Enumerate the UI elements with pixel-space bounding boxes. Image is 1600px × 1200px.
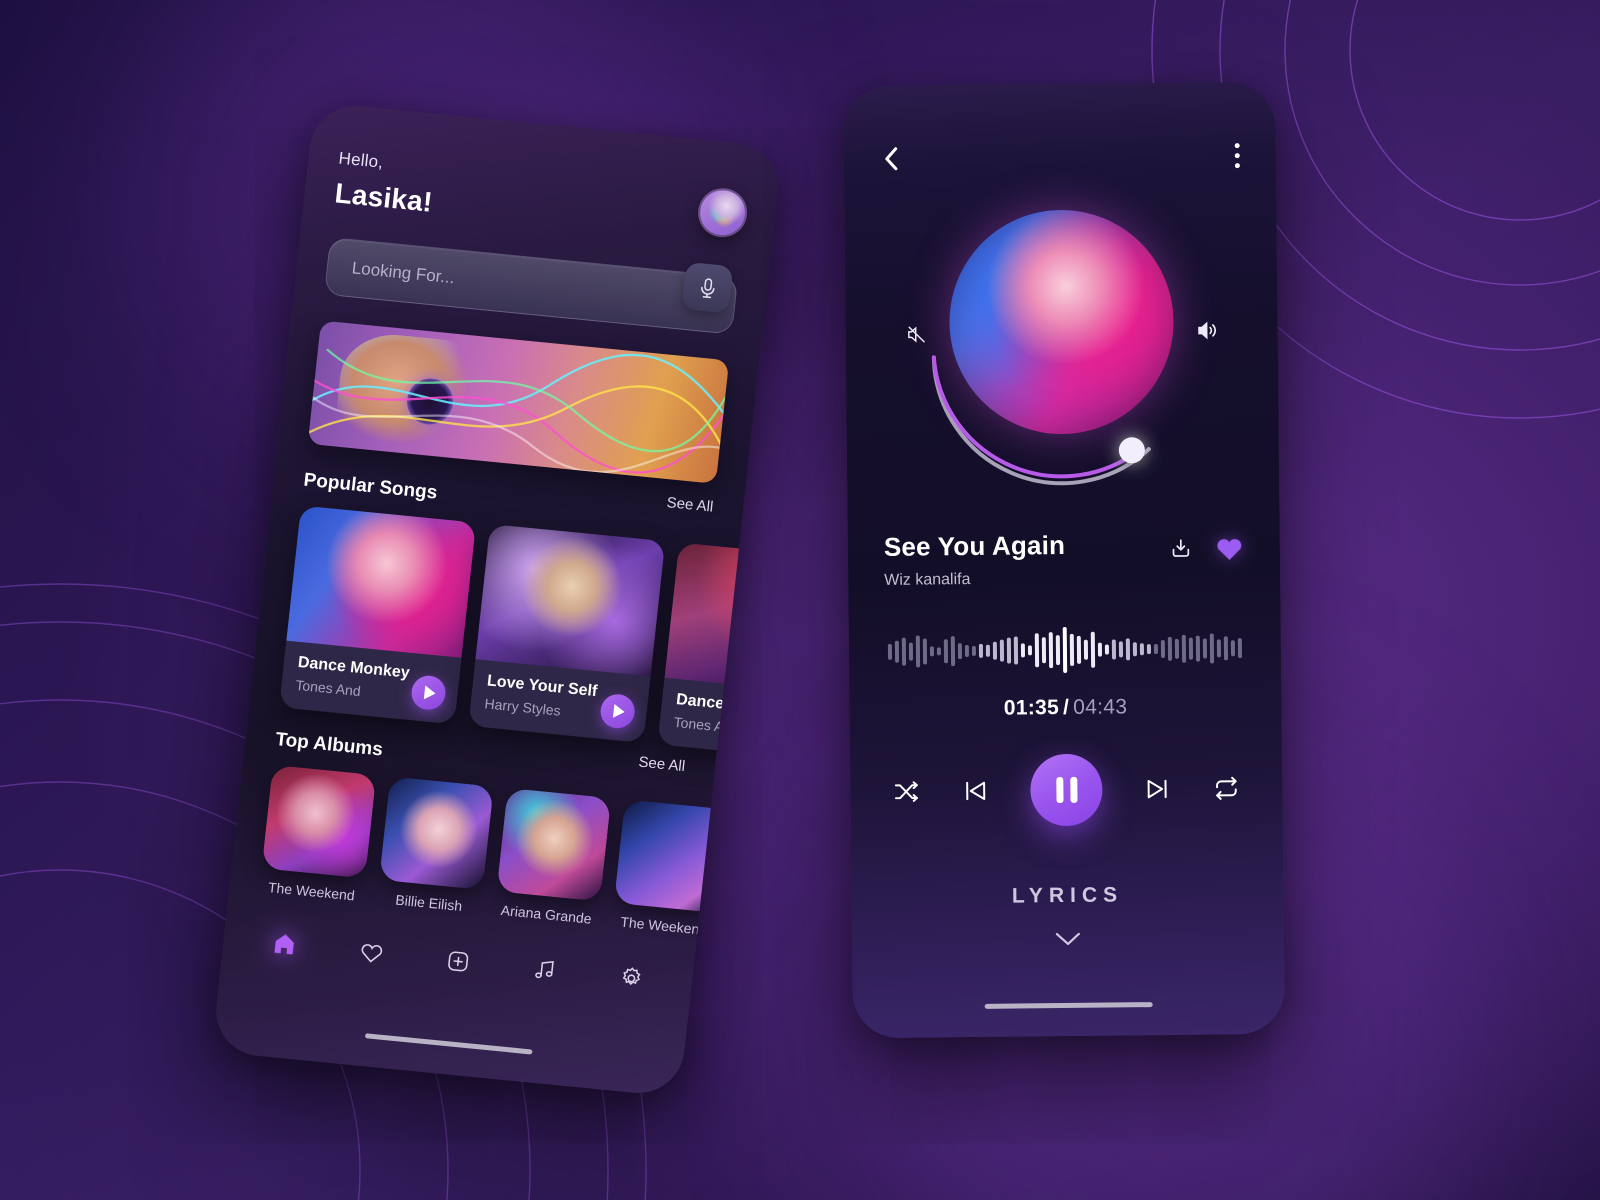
track-title: See You Again [883,529,1066,562]
song-card[interactable]: Love Your Self Harry Styles [468,523,666,743]
neon-light-trails [307,348,730,474]
lyrics-section[interactable]: LYRICS [887,882,1248,950]
skip-back-icon[interactable] [961,777,989,805]
album-item[interactable]: Ariana Grande [494,787,612,927]
volume-up-icon[interactable] [1195,318,1219,342]
time-separator: / [1062,695,1070,720]
player-topbar [880,138,1240,176]
popular-see-all-link[interactable]: See All [666,494,714,515]
player-controls[interactable] [886,752,1247,828]
pause-icon[interactable] [1030,753,1103,827]
shuffle-icon[interactable] [892,778,920,806]
heart-filled-icon[interactable] [1215,534,1244,561]
search-area: Looking For... [323,237,739,335]
album-artwork [496,787,612,902]
volume-knob[interactable] [1118,437,1145,464]
song-artwork [286,505,477,658]
current-time: 01:35 [1003,696,1060,720]
track-text: See You Again Wiz kanalifa [884,530,1066,590]
lyrics-label: LYRICS [1011,883,1124,908]
song-card[interactable]: Dance Monkey Tones And [279,505,477,725]
album-artwork [261,764,377,879]
greeting-block: Hello, Lasika! [333,149,437,219]
player-screen: See You Again Wiz kanalifa 01:35 / 04:43… [843,82,1285,1038]
chevron-down-icon[interactable] [888,928,1248,950]
user-name: Lasika! [333,177,435,218]
download-icon[interactable] [1169,536,1193,560]
gear-icon[interactable] [612,959,650,996]
volume-mute-icon[interactable] [906,323,928,345]
albums-see-all-link[interactable]: See All [638,754,686,775]
heart-icon[interactable] [352,934,390,971]
top-albums-title: Top Albums [274,729,384,761]
popular-songs-title: Popular Songs [302,469,439,504]
track-actions [1169,534,1244,562]
total-time: 04:43 [1073,695,1128,719]
repeat-icon[interactable] [1212,774,1240,802]
music-note-icon[interactable] [526,951,564,988]
album-item[interactable]: Billie Eilish [376,776,494,915]
popular-songs-list[interactable]: Dance Monkey Tones And Love Your Self Ha… [279,505,783,762]
track-artist: Wiz kanalifa [884,570,971,589]
bottom-navigation[interactable] [252,924,664,998]
album-name: Billie Eilish [394,891,464,914]
search-input[interactable]: Looking For... [323,237,739,335]
song-artwork [475,523,666,677]
plus-square-icon[interactable] [439,942,477,979]
audio-waveform[interactable] [885,624,1245,676]
player-screen-phone: See You Again Wiz kanalifa 01:35 / 04:43… [843,81,1285,1039]
greeting-label: Hello, [337,148,385,172]
more-vertical-icon[interactable] [1234,142,1240,168]
top-albums-list[interactable]: The Weekend Billie Eilish Ariana Grande … [259,764,729,938]
album-item[interactable]: The Weekend [259,764,377,904]
header: Hello, Lasika! [333,149,748,250]
album-artwork [379,776,494,890]
album-art-portrait[interactable] [948,208,1175,436]
microphone-icon[interactable] [681,261,734,314]
home-indicator [364,1033,533,1055]
album-art-area [908,196,1216,499]
home-icon[interactable] [266,925,304,962]
playback-time: 01:35/04:43 [885,694,1245,722]
chevron-left-icon[interactable] [880,144,902,174]
search-placeholder: Looking For... [350,258,456,288]
featured-banner[interactable] [307,320,730,484]
avatar[interactable] [697,188,748,238]
album-name: The Weekend [267,879,356,904]
skip-forward-icon[interactable] [1143,775,1171,803]
home-indicator [984,1002,1153,1009]
track-info: See You Again Wiz kanalifa [884,528,1245,590]
album-name: Ariana Grande [500,901,593,927]
